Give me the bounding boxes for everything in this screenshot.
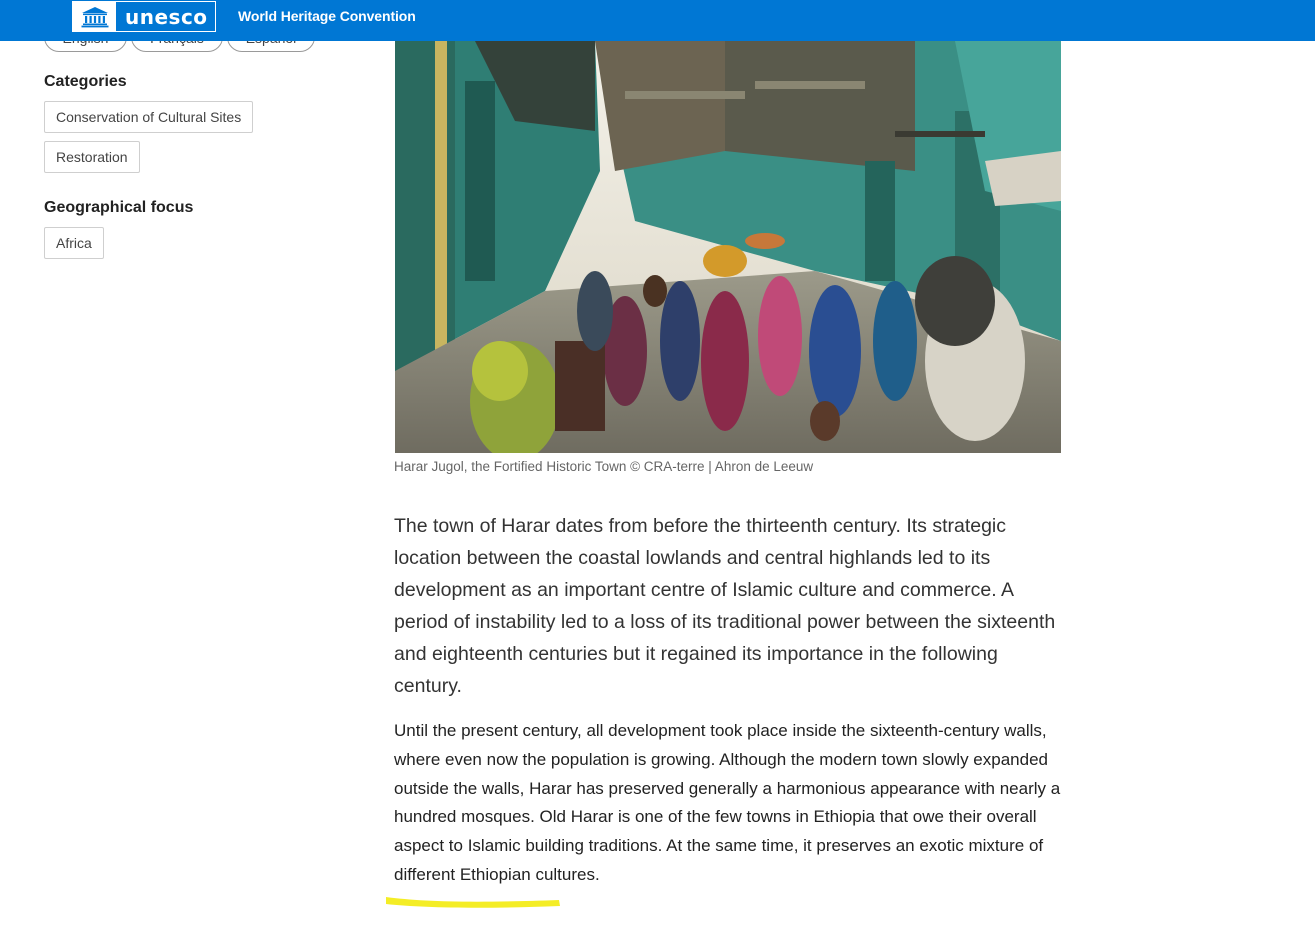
unesco-temple-icon [73, 2, 116, 31]
category-tag-restoration[interactable]: Restoration [44, 141, 140, 173]
body-paragraph: Until the present century, all developme… [394, 717, 1066, 890]
lead-paragraph: The town of Harar dates from before the … [394, 515, 1056, 697]
category-tag-conservation[interactable]: Conservation of Cultural Sites [44, 101, 254, 133]
logo-wordmark: unesco [125, 4, 208, 29]
body-paragraph-text: Until the present century, all developme… [394, 721, 1061, 884]
unesco-logo[interactable]: unesco [72, 1, 216, 32]
categories-heading: Categories [44, 73, 127, 90]
page: English Français Español unesco World [0, 0, 1315, 928]
site-title[interactable]: World Heritage Convention [238, 8, 416, 24]
top-header: unesco World Heritage Convention [0, 0, 1315, 41]
yellow-highlight-stroke [386, 897, 560, 908]
photo-caption: Harar Jugol, the Fortified Historic Town… [394, 459, 814, 474]
highlighted-text: Ethiopian cultures. [459, 864, 600, 884]
harar-street-photo[interactable] [395, 41, 1061, 453]
geographical-focus-heading: Geographical focus [44, 199, 194, 216]
geo-tag-africa[interactable]: Africa [44, 227, 104, 259]
